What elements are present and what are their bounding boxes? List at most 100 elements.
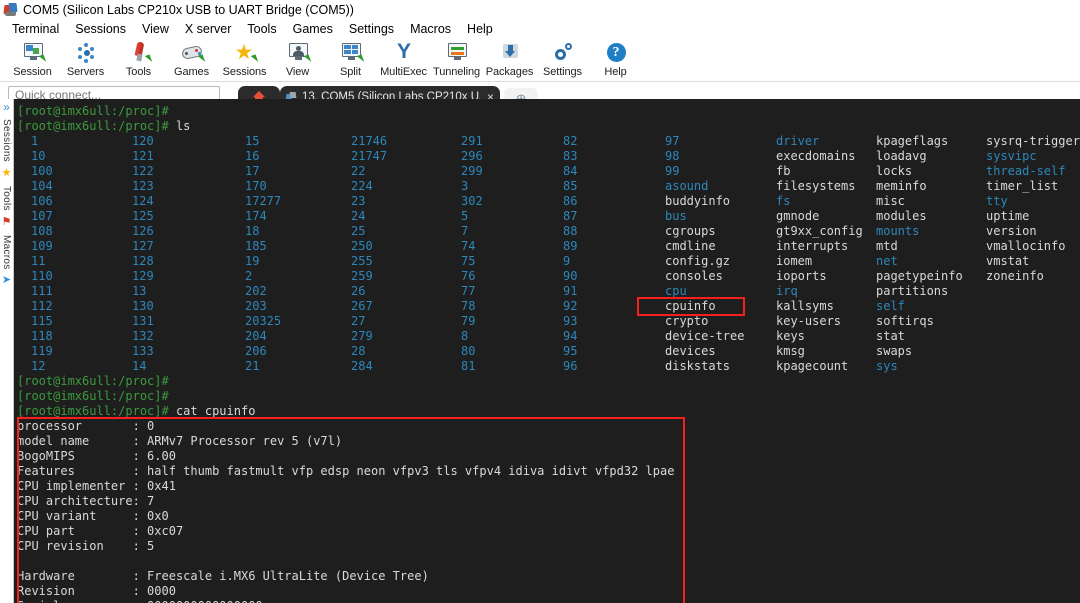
ls-entry: 99 [665,164,680,178]
ls-entry: 77 [461,284,476,298]
ls-entry: thread-self [986,164,1066,178]
sidebar-item-tools[interactable]: Tools [1,186,12,211]
ls-entry: 80 [461,344,476,358]
menu-help[interactable]: Help [459,21,501,37]
ls-entry: 110 [31,269,53,283]
cpuinfo-line: CPU part : 0xc07 [17,524,184,538]
mobaxterm-window: COM5 (Silicon Labs CP210x USB to UART Br… [0,0,1080,603]
shell-prompt: [root@imx6ull:/proc]# [17,104,169,118]
ls-entry: 112 [31,299,53,313]
cpuinfo-line: model name : ARMv7 Processor rev 5 (v7l) [17,434,343,448]
toolbar-button-view[interactable]: View [271,39,324,78]
toolbar-button-games[interactable]: Games [165,39,218,78]
ls-entry: 93 [563,314,578,328]
ls-entry: 185 [245,239,267,253]
window-titlebar: COM5 (Silicon Labs CP210x USB to UART Br… [0,0,1080,19]
ls-entry: timer_list [986,179,1059,193]
terminal-line: CPU architecture: 7 [17,494,1080,509]
ls-entry: 17277 [245,194,282,208]
ls-entry: 120 [132,134,154,148]
menu-sessions[interactable]: Sessions [67,21,134,37]
ls-entry: 98 [665,149,680,163]
ls-entry: interrupts [776,239,849,253]
ls-entry: 27 [351,314,366,328]
ls-entry: 124 [132,194,154,208]
ls-entry: self [876,299,905,313]
ls-entry: fb [776,164,791,178]
ls-entry: 204 [245,329,267,343]
sidebar-item-sessions[interactable]: Sessions [1,119,12,162]
sidebar-expand-icon[interactable]: » [3,101,10,113]
ls-entry: 255 [351,254,373,268]
ls-entry: 86 [563,194,578,208]
ls-entry: config.gz [665,254,731,268]
ls-entry: cpu [665,284,687,298]
multiexec-icon: Y [396,40,411,63]
ls-entry: 121 [132,149,154,163]
ls-entry: 126 [132,224,154,238]
tunneling-icon [444,41,470,65]
toolbar-button-sessions[interactable]: ★ Sessions [218,39,271,78]
menu-macros[interactable]: Macros [402,21,459,37]
ls-entry: 259 [351,269,373,283]
ls-entry: irq [776,284,798,298]
terminal-output[interactable]: [root@imx6ull:/proc]# [root@imx6ull:/proc… [14,99,1080,603]
terminal-line: [root@imx6ull:/proc]# cat cpuinfo [17,404,1080,419]
ls-entry: 123 [132,179,154,193]
servers-icon [73,41,99,65]
toolbar-button-split[interactable]: Split [324,39,377,78]
ls-entry: vmstat [986,254,1030,268]
menu-settings[interactable]: Settings [341,21,402,37]
terminal-line: CPU variant : 0x0 [17,509,1080,524]
ls-entry: 18 [245,224,260,238]
menu-tools[interactable]: Tools [239,21,284,37]
toolbar-button-servers[interactable]: Servers [59,39,112,78]
terminal-line: BogoMIPS : 6.00 [17,449,1080,464]
ls-entry: 26 [351,284,366,298]
ls-entry: 10 [31,149,46,163]
star-icon: ★ [1,166,12,179]
ls-entry: 76 [461,269,476,283]
shell-prompt: [root@imx6ull:/proc]# [17,374,169,388]
ls-entry: iomem [776,254,813,268]
shell-prompt: [root@imx6ull:/proc]# [17,119,169,133]
ls-entry: 22 [351,164,366,178]
ls-entry: 91 [563,284,578,298]
toolbar-button-packages[interactable]: Packages [483,39,536,78]
ls-entry: 83 [563,149,578,163]
terminal-panel[interactable]: [root@imx6ull:/proc]# [root@imx6ull:/proc… [14,99,1080,603]
ls-entry: 21747 [351,149,388,163]
sidebar-item-macros[interactable]: Macros [1,235,12,270]
toolbar-button-session[interactable]: Session [6,39,59,78]
ls-entry: crypto [665,314,709,328]
ls-entry: 104 [31,179,53,193]
packages-icon [497,41,523,65]
macro-arrow-icon: ➤ [1,274,12,287]
toolbar-button-help[interactable]: ? Help [589,39,642,78]
ls-entry: 206 [245,344,267,358]
ls-entry: 132 [132,329,154,343]
toolbar-button-tunneling[interactable]: Tunneling [430,39,483,78]
terminal-line: CPU revision : 5 [17,539,1080,554]
ls-entry: 250 [351,239,373,253]
window-title: COM5 (Silicon Labs CP210x USB to UART Br… [23,2,354,17]
toolbar-button-settings[interactable]: Settings [536,39,589,78]
ls-entry: kpagecount [776,359,849,373]
toolbar-button-multiexec[interactable]: Y MultiExec [377,39,430,78]
ls-entry: 5 [461,209,469,223]
ls-entry: kmsg [776,344,805,358]
ls-entry: 122 [132,164,154,178]
menu-terminal[interactable]: Terminal [4,21,67,37]
toolbar-button-tools[interactable]: Tools [112,39,165,78]
mobaxterm-logo-icon [3,2,18,17]
menu-x-server[interactable]: X server [177,21,240,37]
menu-games[interactable]: Games [285,21,341,37]
ls-entry: 95 [563,344,578,358]
ls-entry: 118 [31,329,53,343]
ls-output-grid: 1 10 100 104 106 107 108 109 11 110 111 112 115 118 11… [17,134,1080,374]
ls-entry: 284 [351,359,373,373]
menu-view[interactable]: View [134,21,177,37]
ls-entry: 17 [245,164,260,178]
ls-entry: pagetypeinfo [876,269,963,283]
ls-entry: 100 [31,164,53,178]
